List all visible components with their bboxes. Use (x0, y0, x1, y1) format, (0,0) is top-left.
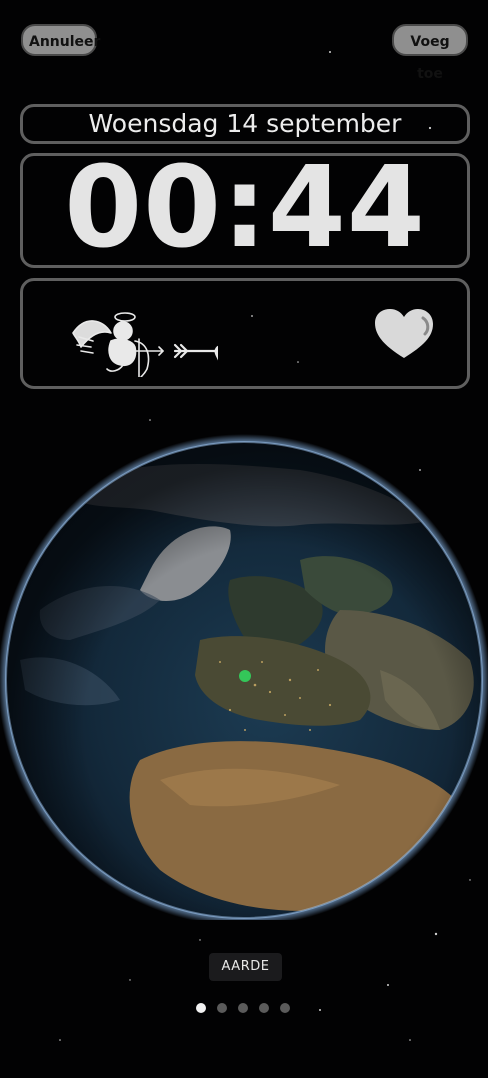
page-indicator[interactable] (196, 1003, 290, 1013)
lockscreen-editor: Annuleer Voeg toe Woensdag 14 september … (0, 0, 488, 1078)
page-dot[interactable] (280, 1003, 290, 1013)
cupid-icon[interactable] (63, 307, 218, 377)
earth-wallpaper (0, 430, 488, 926)
wallpaper-name-label: AARDE (209, 953, 282, 981)
location-dot (239, 670, 251, 682)
page-dot[interactable] (259, 1003, 269, 1013)
date-widget-frame[interactable]: Woensdag 14 september (20, 104, 470, 144)
clock-time: 00:44 (64, 143, 426, 273)
clock-frame[interactable]: 00:44 (20, 143, 470, 273)
widgets-frame[interactable] (20, 278, 470, 389)
add-button[interactable]: Voeg toe (392, 24, 468, 82)
page-dot[interactable] (217, 1003, 227, 1013)
cancel-button[interactable]: Annuleer (21, 24, 100, 56)
page-dot[interactable] (196, 1003, 206, 1013)
heart-icon[interactable] (373, 308, 435, 360)
date-label: Woensdag 14 september (88, 109, 402, 138)
page-dot[interactable] (238, 1003, 248, 1013)
